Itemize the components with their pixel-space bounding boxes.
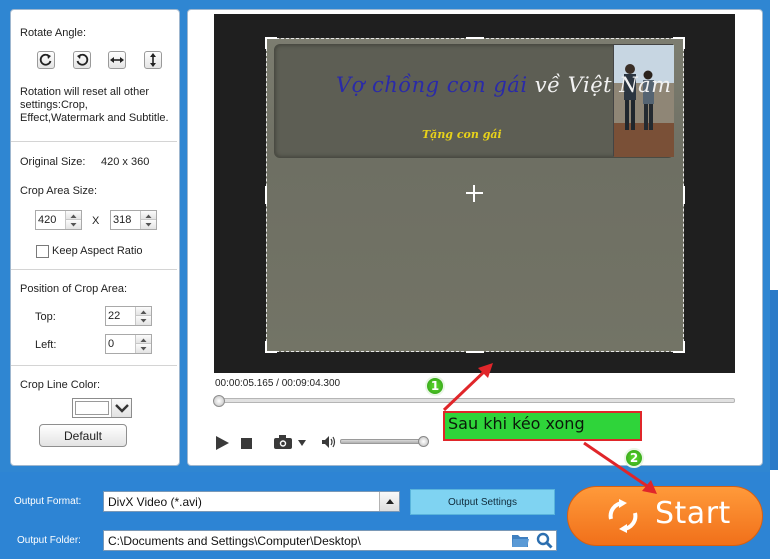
annotation-badge-1: 1 bbox=[425, 376, 445, 396]
annotation-arrows bbox=[442, 363, 657, 494]
annotation-callout-text: Sau khi kéo xong bbox=[448, 414, 585, 433]
annotation-badge-2: 2 bbox=[624, 448, 644, 468]
